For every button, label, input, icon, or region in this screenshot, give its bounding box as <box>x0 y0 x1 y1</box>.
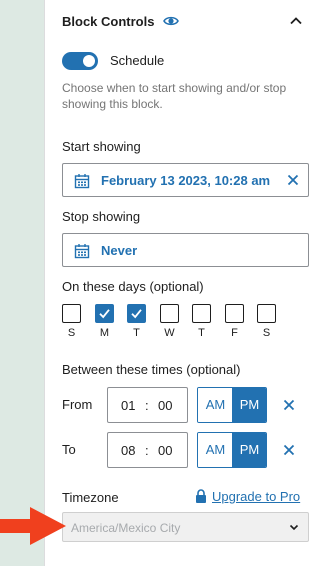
from-minute[interactable]: 00 <box>158 398 172 414</box>
calendar-icon <box>74 174 90 189</box>
chevron-down-icon <box>289 524 299 531</box>
from-pm-button[interactable]: PM <box>232 388 266 422</box>
clear-to-time-icon[interactable] <box>282 443 296 457</box>
timezone-label: Timezone <box>62 490 119 505</box>
from-time-input[interactable]: 01 : 00 <box>107 387 188 423</box>
check-icon <box>131 309 142 319</box>
day-label: F <box>231 327 238 339</box>
lock-icon <box>196 489 206 503</box>
day-label: W <box>164 327 175 339</box>
from-am-button[interactable]: AM <box>198 388 233 422</box>
times-label: Between these times (optional) <box>62 362 241 377</box>
day-label: T <box>133 327 140 339</box>
from-hour[interactable]: 01 <box>121 398 135 414</box>
block-controls-panel: Block Controls Schedule Choose when to s… <box>45 0 314 566</box>
schedule-toggle[interactable] <box>62 52 98 70</box>
to-pm-button[interactable]: PM <box>232 433 266 467</box>
panel-title: Block Controls <box>62 14 155 29</box>
days-label: On these days (optional) <box>62 279 204 294</box>
to-minute[interactable]: 00 <box>158 443 172 459</box>
day-checkbox[interactable] <box>192 304 211 323</box>
schedule-help-text: Choose when to start showing and/or stop… <box>62 81 287 111</box>
start-date-value: February 13 2023, 10:28 am <box>101 173 271 188</box>
chevron-up-icon[interactable] <box>288 13 304 29</box>
day-checkbox[interactable] <box>257 304 276 323</box>
start-showing-label: Start showing <box>62 139 141 154</box>
timezone-select-value: America/Mexico City <box>71 521 181 535</box>
day-label: S <box>67 327 76 339</box>
schedule-label: Schedule <box>110 53 165 68</box>
to-am-button[interactable]: AM <box>198 433 233 467</box>
day-checkbox[interactable] <box>95 304 114 323</box>
clear-from-time-icon[interactable] <box>282 398 296 412</box>
day-checkbox[interactable] <box>160 304 179 323</box>
from-ampm-toggle: AM PM <box>197 387 267 423</box>
to-separator: : <box>145 443 149 458</box>
stop-date-value: Never <box>101 243 138 258</box>
from-label: From <box>62 397 93 412</box>
day-checkbox[interactable] <box>127 304 146 323</box>
stop-date-field[interactable]: Never <box>62 233 309 267</box>
day-checkbox[interactable] <box>225 304 244 323</box>
day-label: S <box>262 327 271 339</box>
timezone-select[interactable]: America/Mexico City <box>62 512 309 542</box>
to-hour[interactable]: 08 <box>121 443 135 459</box>
to-ampm-toggle: AM PM <box>197 432 267 468</box>
day-label: M <box>99 327 110 339</box>
eye-icon <box>163 16 179 26</box>
upgrade-to-pro-link[interactable]: Upgrade to Pro <box>212 489 300 505</box>
to-label: To <box>62 442 76 457</box>
editor-canvas-strip <box>0 0 44 566</box>
start-date-field[interactable]: February 13 2023, 10:28 am <box>62 163 309 197</box>
check-icon <box>99 309 110 319</box>
to-time-input[interactable]: 08 : 00 <box>107 432 188 468</box>
day-label: T <box>198 327 205 339</box>
calendar-icon <box>74 244 90 259</box>
stop-showing-label: Stop showing <box>62 209 141 224</box>
from-separator: : <box>145 398 149 413</box>
clear-start-date-icon[interactable] <box>286 172 300 188</box>
red-arrow-annotation <box>0 507 66 545</box>
day-checkbox[interactable] <box>62 304 81 323</box>
